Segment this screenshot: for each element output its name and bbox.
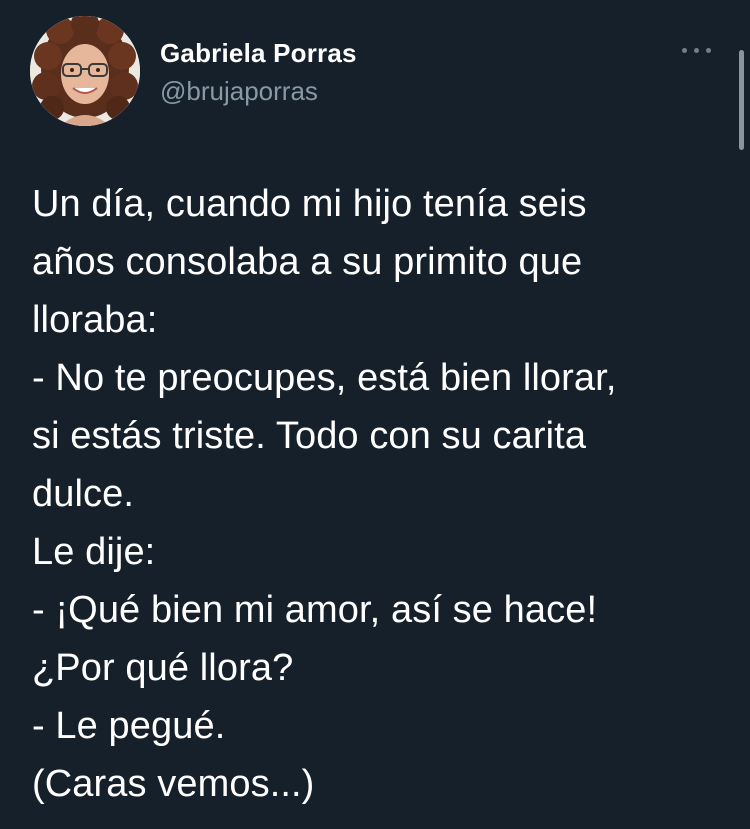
tweet-text-line: ¿Por qué llora? — [32, 647, 294, 689]
tweet-text-line: - Le pegué. — [32, 705, 226, 747]
tweet-text-line: (Caras vemos...) — [32, 763, 315, 805]
tweet-text-line: Un día, cuando mi hijo tenía seis — [32, 183, 587, 225]
tweet-text-line: años consolaba a su primito que — [32, 241, 583, 283]
more-options-button[interactable] — [680, 40, 714, 60]
tweet-text: Un día, cuando mi hijo tenía seis años c… — [32, 175, 722, 813]
tweet-text-line: dulce. — [32, 473, 135, 515]
tweet-text-line: lloraba: — [32, 299, 158, 341]
ellipsis-icon — [706, 48, 711, 53]
tweet-header: Gabriela Porras @brujaporras — [30, 16, 720, 128]
ellipsis-icon — [694, 48, 699, 53]
tweet-text-line: si estás triste. Todo con su carita — [32, 415, 587, 457]
avatar[interactable] — [30, 16, 140, 126]
tweet-card: Gabriela Porras @brujaporras Un día, cua… — [0, 0, 750, 829]
author-display-name[interactable]: Gabriela Porras — [160, 38, 357, 68]
ellipsis-icon — [682, 48, 687, 53]
tweet-text-line: - ¡Qué bien mi amor, así se hace! — [32, 589, 598, 631]
author-handle[interactable]: @brujaporras — [160, 76, 357, 106]
profile-photo-icon — [30, 16, 140, 126]
tweet-text-line: - No te preocupes, está bien llorar, — [32, 357, 617, 399]
scrollbar[interactable] — [739, 50, 744, 150]
author-names: Gabriela Porras @brujaporras — [160, 38, 357, 106]
tweet-text-line: Le dije: — [32, 531, 156, 573]
